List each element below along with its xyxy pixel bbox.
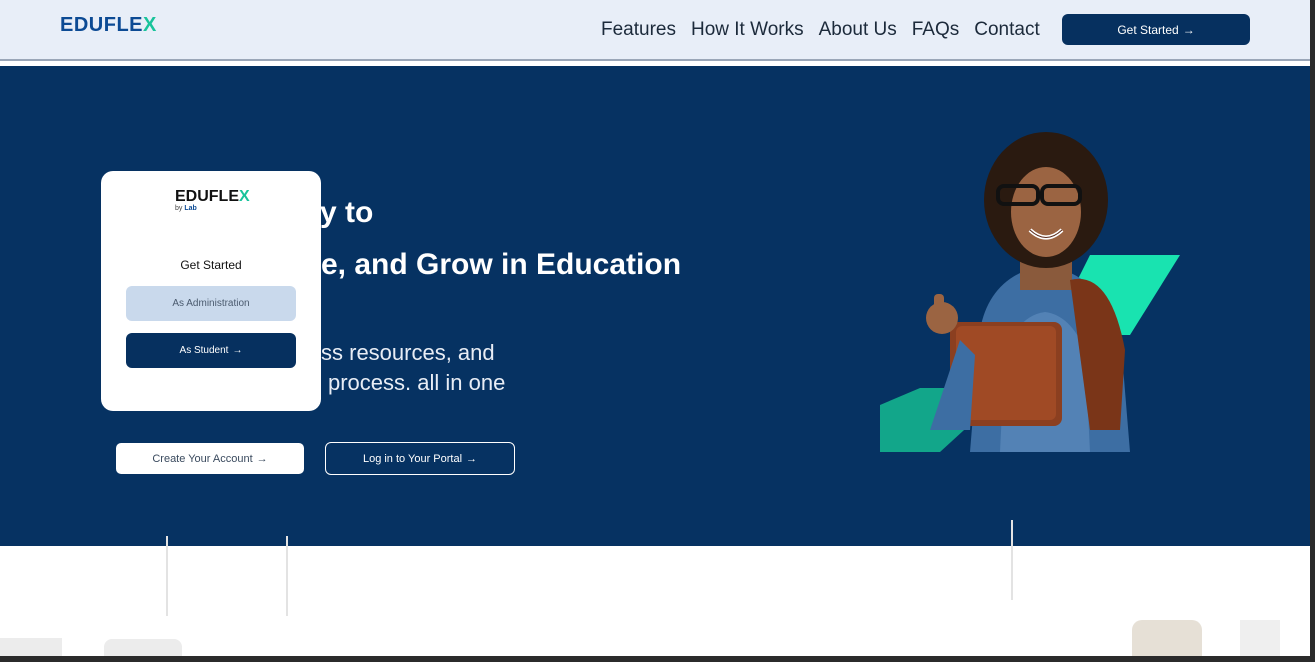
thumbnail-image [104, 639, 182, 656]
hero-wave-divider [0, 505, 1310, 545]
nav-link-how-it-works[interactable]: How It Works [691, 19, 804, 41]
hero-subtitle-line1: ss resources, and [321, 340, 495, 365]
window-bottom-edge [0, 656, 1315, 662]
as-student-label: As Student [179, 345, 229, 356]
get-started-button[interactable]: Get Started → [1062, 14, 1250, 45]
arrow-right-icon: → [256, 452, 268, 465]
login-portal-button[interactable]: Log in to Your Portal → [325, 442, 515, 475]
thumbnail-image [1132, 620, 1202, 656]
as-administration-button[interactable]: As Administration [126, 286, 296, 321]
modal-brand-logo: EDUFLEX [175, 188, 250, 205]
hero-title-line1: y to [320, 196, 374, 229]
create-account-label: Create Your Account [152, 452, 253, 465]
arrow-right-icon: → [466, 452, 478, 465]
get-started-label: Get Started [1117, 22, 1179, 37]
nav-link-features[interactable]: Features [601, 19, 676, 41]
nav-link-faqs[interactable]: FAQs [912, 19, 960, 41]
nav-link-contact[interactable]: Contact [974, 19, 1039, 41]
thumbnail-image [0, 638, 62, 656]
student-hero-image [880, 132, 1180, 452]
as-student-button[interactable]: As Student → [126, 333, 296, 368]
modal-title: Get Started [180, 258, 242, 272]
nav-link-about-us[interactable]: About Us [819, 19, 897, 41]
thumbnail-image [1240, 620, 1280, 656]
hero-subtitle-line2: process. all in one [328, 370, 506, 395]
as-administration-label: As Administration [172, 298, 250, 309]
nav-links: Features How It Works About Us FAQs Cont… [601, 19, 1040, 41]
navbar: EDUFLEX Features How It Works About Us F… [0, 0, 1310, 61]
arrow-right-icon: → [1182, 22, 1195, 37]
create-account-button[interactable]: Create Your Account → [116, 443, 304, 474]
hero-title-line2: e, and Grow in Education [321, 248, 682, 281]
get-started-modal: EDUFLEX by Lab Get Started As Administra… [101, 171, 321, 411]
decorative-line [166, 536, 168, 616]
window-scrollbar[interactable] [1310, 0, 1315, 662]
modal-brand-byline: by Lab [175, 205, 197, 212]
login-portal-label: Log in to Your Portal [362, 452, 463, 465]
decorative-line [286, 536, 288, 616]
brand-logo[interactable]: EDUFLEX [60, 14, 157, 37]
arrow-right-icon: → [232, 345, 243, 356]
decorative-line [1011, 520, 1013, 600]
